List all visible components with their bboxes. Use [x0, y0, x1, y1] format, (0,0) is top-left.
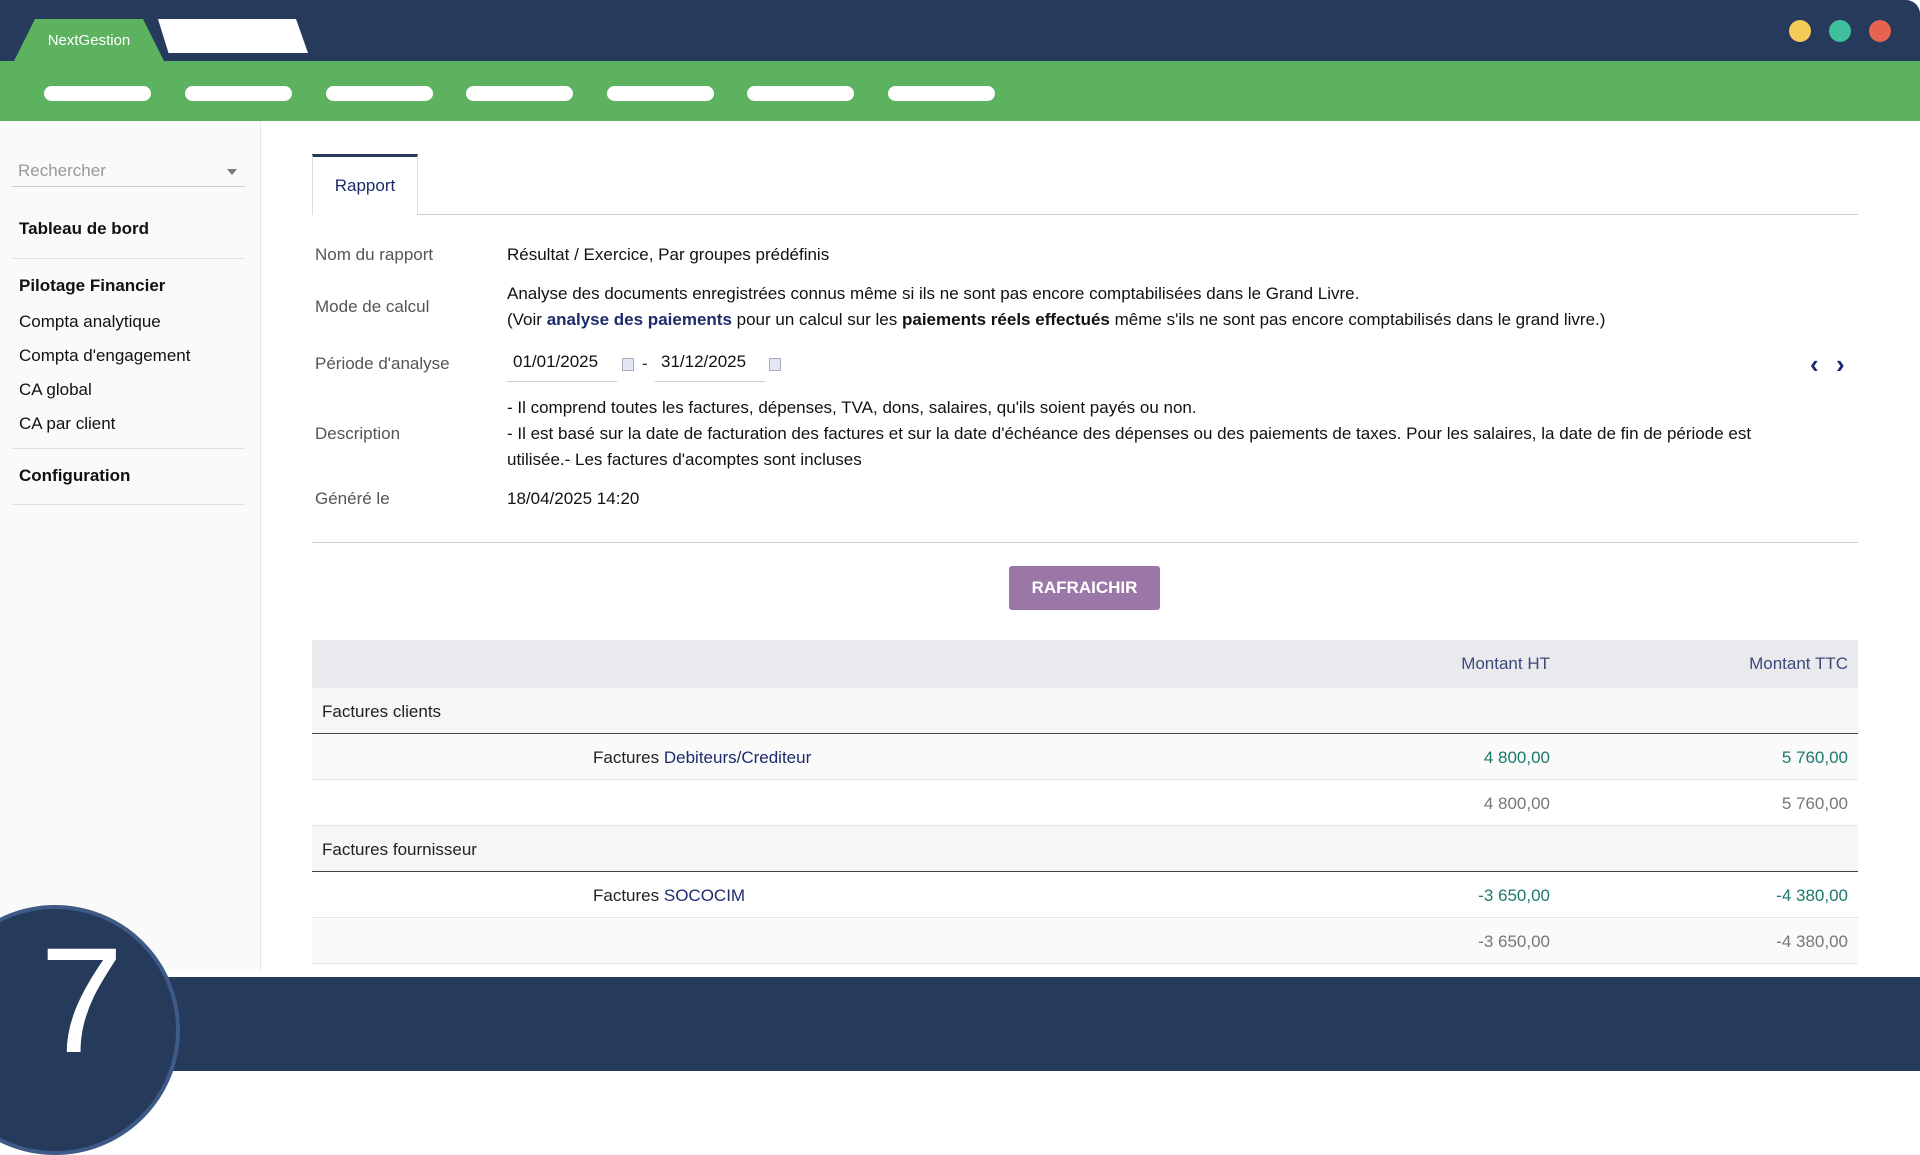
chevron-down-icon[interactable] — [227, 169, 237, 180]
text: même s'ils ne sont pas encore comptabili… — [1109, 310, 1606, 329]
app-tab[interactable]: NextGestion — [14, 19, 164, 61]
table-header: Montant HT Montant TTC — [312, 640, 1858, 688]
group-title: Factures fournisseur — [322, 840, 477, 859]
sidebar-section-configuration[interactable]: Configuration — [19, 466, 130, 486]
generated-label: Généré le — [315, 489, 390, 508]
subtotal-ht: 4 800,00 — [1483, 794, 1550, 813]
report-name-value: Résultat / Exercice, Par groupes prédéfi… — [507, 245, 830, 264]
menu-item-placeholder[interactable] — [607, 86, 714, 101]
sidebar-item-ca-global[interactable]: CA global — [19, 380, 92, 400]
menu-item-placeholder[interactable] — [888, 86, 995, 101]
search-placeholder: Rechercher — [18, 161, 106, 180]
chevron-left-icon[interactable]: ‹ — [1810, 349, 1819, 380]
step-number: 7 — [40, 916, 124, 1084]
table-row: Factures Debiteurs/Crediteur 4 800,00 5 … — [312, 734, 1858, 780]
menu-item-placeholder[interactable] — [747, 86, 854, 101]
date-separator: - — [642, 354, 648, 373]
sidebar-item-ca-par-client[interactable]: CA par client — [19, 414, 115, 434]
tab-divider — [312, 214, 1858, 215]
sidebar-item-compta-engagement[interactable]: Compta d'engagement — [19, 346, 190, 366]
amount-ttc[interactable]: 5 760,00 — [1782, 748, 1848, 768]
group-row: Factures clients — [312, 688, 1858, 734]
date-to-input[interactable]: 31/12/2025 — [655, 350, 765, 382]
bottom-band — [0, 977, 1920, 1071]
calendar-icon[interactable] — [622, 358, 634, 371]
divider — [12, 504, 245, 505]
title-bar: NextGestion — [0, 0, 1920, 61]
description-line2: - Il est basé sur la date de facturation… — [507, 424, 1752, 469]
menu-item-placeholder[interactable] — [44, 86, 151, 101]
subtotal-ht: -3 650,00 — [1478, 932, 1550, 951]
chevron-right-icon[interactable]: › — [1836, 349, 1845, 380]
amount-ht[interactable]: 4 800,00 — [1484, 748, 1550, 768]
text: pour un calcul sur les — [731, 310, 902, 329]
date-from-input[interactable]: 01/01/2025 — [507, 350, 617, 382]
account-link[interactable]: Debiteurs/Crediteur — [664, 748, 811, 767]
text: Factures — [593, 748, 664, 767]
description-value: - Il comprend toutes les factures, dépen… — [507, 395, 1777, 473]
close-dot-icon[interactable] — [1869, 20, 1891, 42]
amount-ht[interactable]: -3 650,00 — [1478, 886, 1550, 906]
menu-item-placeholder[interactable] — [466, 86, 573, 101]
report-table: Montant HT Montant TTC Factures clients … — [312, 640, 1858, 964]
calc-mode-value: Analyse des documents enregistrées connu… — [507, 281, 1847, 333]
header-montant-ht: Montant HT — [1461, 654, 1550, 673]
text: Factures — [593, 886, 664, 905]
calc-mode-line1: Analyse des documents enregistrées connu… — [507, 284, 1360, 303]
sidebar-item-compta-analytique[interactable]: Compta analytique — [19, 312, 161, 332]
period-label: Période d'analyse — [315, 354, 450, 373]
subtotal-ttc: 5 760,00 — [1781, 794, 1848, 813]
row-label: Factures SOCOCIM — [593, 886, 745, 906]
amount-ttc[interactable]: -4 380,00 — [1776, 886, 1848, 906]
refresh-button[interactable]: RAFRAICHIR — [1009, 566, 1160, 610]
menu-item-placeholder[interactable] — [185, 86, 292, 101]
blank-tab[interactable] — [158, 19, 308, 53]
divider — [312, 542, 1858, 543]
row-label: Factures Debiteurs/Crediteur — [593, 748, 811, 768]
generated-value: 18/04/2025 14:20 — [507, 489, 640, 508]
search-input[interactable]: Rechercher — [12, 157, 245, 187]
tab-rapport[interactable]: Rapport — [312, 154, 418, 215]
maximize-dot-icon[interactable] — [1829, 20, 1851, 42]
sidebar-section-pilotage[interactable]: Pilotage Financier — [19, 276, 165, 296]
report-name-label: Nom du rapport — [315, 245, 434, 264]
account-link[interactable]: SOCOCIM — [664, 886, 745, 905]
subtotal-row: 4 800,00 5 760,00 — [312, 780, 1858, 826]
bold-text: paiements réels effectués — [902, 310, 1110, 329]
calc-mode-label: Mode de calcul — [315, 297, 430, 316]
minimize-dot-icon[interactable] — [1789, 20, 1811, 42]
description-label: Description — [315, 424, 401, 443]
text: (Voir — [507, 310, 547, 329]
calc-mode-line2: (Voir analyse des paiements pour un calc… — [507, 307, 1847, 333]
calendar-icon[interactable] — [769, 358, 781, 371]
sidebar: Rechercher Tableau de bord Pilotage Fina… — [0, 121, 261, 971]
description-line1: - Il comprend toutes les factures, dépen… — [507, 398, 1197, 417]
menu-item-placeholder[interactable] — [326, 86, 433, 101]
divider — [12, 258, 245, 259]
sidebar-item-dashboard[interactable]: Tableau de bord — [19, 219, 149, 239]
subtotal-ttc: -4 380,00 — [1776, 932, 1848, 951]
group-row: Factures fournisseur — [312, 826, 1858, 872]
table-row: Factures SOCOCIM -3 650,00 -4 380,00 — [312, 872, 1858, 918]
group-title: Factures clients — [322, 702, 442, 721]
divider — [12, 448, 245, 449]
payments-analysis-link[interactable]: analyse des paiements — [547, 310, 732, 329]
subtotal-row: -3 650,00 -4 380,00 — [312, 918, 1858, 964]
header-montant-ttc: Montant TTC — [1749, 654, 1848, 673]
